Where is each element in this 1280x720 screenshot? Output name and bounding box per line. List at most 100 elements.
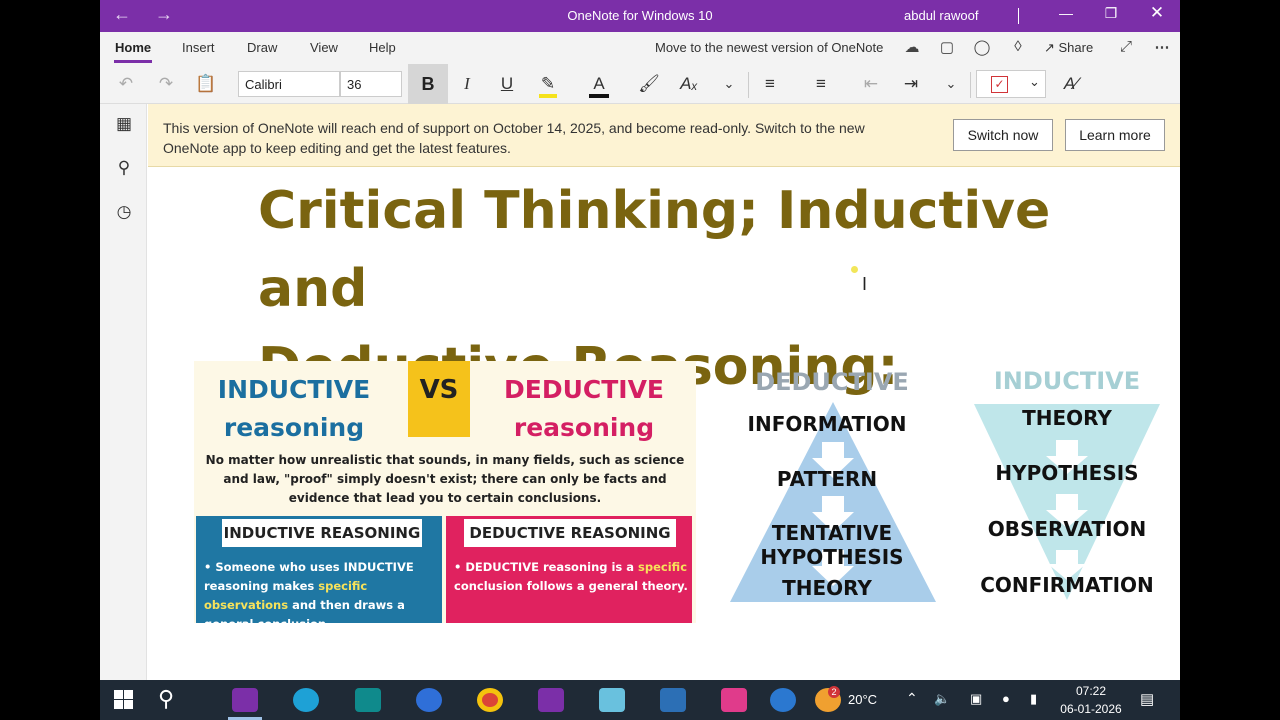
search-icon[interactable]: ⚲ [158, 686, 174, 712]
deductive-item-pattern: PATTERN [776, 467, 878, 491]
windows-start-icon[interactable] [114, 690, 134, 710]
inductive-panel-title: INDUCTIVE REASONING [222, 519, 422, 547]
inductive-item-observation: OBSERVATION [987, 517, 1147, 541]
deductive-panel-title: DEDUCTIVE REASONING [464, 519, 676, 547]
deductive-item-theory: THEORY [782, 576, 872, 600]
todo-tag-dropdown[interactable]: ✓ ⌄ [976, 70, 1046, 98]
sync-icon[interactable]: ☁ [900, 38, 924, 58]
clock-date[interactable]: 06-01-2026 [1056, 702, 1126, 716]
bell-icon[interactable]: ◊ [1006, 38, 1030, 58]
navigation-rail: ▦ ⚲ ◷ [100, 104, 147, 680]
inductive-heading-1: INDUCTIVE [217, 375, 371, 404]
spelling-icon[interactable]: A⁄ [1057, 72, 1085, 96]
loading-app-icon[interactable] [416, 688, 442, 712]
clock-time[interactable]: 07:22 [1061, 684, 1121, 698]
font-app-icon[interactable] [721, 688, 747, 712]
move-to-newest-link[interactable]: Move to the newest version of OneNote [655, 40, 883, 55]
inductive-item-hypothesis: HYPOTHESIS [995, 461, 1139, 485]
recent-clock-icon[interactable]: ◷ [112, 202, 136, 226]
inductive-panel-text: • Someone who uses INDUCTIVE reasoning m… [204, 558, 442, 634]
clear-formatting-icon[interactable]: Aₓ [675, 72, 703, 96]
share-label: Share [1058, 40, 1094, 55]
notebook-icon[interactable]: ▢ [935, 38, 959, 58]
ribbon-tabs: Home Insert Draw View Help Move to the n… [100, 32, 1180, 64]
restore-icon[interactable]: ❐ [1096, 5, 1126, 22]
toolbar-divider [970, 72, 971, 98]
meet-icon[interactable] [355, 688, 381, 712]
battery-icon[interactable]: ▮ [1030, 691, 1037, 707]
minimize-icon[interactable]: — [1051, 5, 1081, 21]
deductive-text-highlight: specific [638, 560, 688, 574]
inductive-vs-deductive-image[interactable]: INDUCTIVE reasoning VS DEDUCTIVE reasoni… [194, 361, 696, 631]
deductive-item-tentative-hypothesis: TENTATIVE HYPOTHESIS [760, 521, 904, 569]
format-painter-icon[interactable]: 🖌 [635, 72, 663, 96]
deductive-text-b: conclusion follows a general theory. [454, 579, 688, 593]
inductive-item-theory: THEORY [1022, 406, 1112, 430]
chevron-down-icon[interactable]: ⌄ [715, 72, 743, 96]
close-icon[interactable]: ✕ [1142, 3, 1172, 23]
tab-view[interactable]: View [310, 40, 338, 55]
chevron-down-icon: ⌄ [1029, 74, 1040, 89]
deductive-heading-2: reasoning [513, 413, 655, 442]
numbered-list-icon[interactable]: ≡ [807, 72, 835, 96]
microphone-icon[interactable]: ● [1002, 691, 1010, 706]
notebooks-icon[interactable]: ▦ [112, 114, 136, 138]
meet-now-icon[interactable]: ▣ [970, 691, 982, 707]
banner-message: This version of OneNote will reach end o… [163, 120, 865, 156]
inductive-heading-2: reasoning [223, 413, 365, 442]
italic-button[interactable]: I [453, 72, 481, 96]
inductive-panel: INDUCTIVE REASONING • Someone who uses I… [196, 516, 442, 631]
notification-badge: 2 [828, 686, 840, 698]
switch-now-button[interactable]: Switch now [953, 119, 1053, 151]
windows-taskbar: ⚲ 2 20°C ⌃ 🔈 ▣ ● ▮ 07:22 06-01-2026 ▤ [100, 680, 1180, 720]
help-app-icon[interactable] [770, 688, 796, 712]
volume-icon[interactable]: 🔈 [934, 691, 950, 707]
tab-help[interactable]: Help [369, 40, 396, 55]
undo-icon[interactable]: ↶ [112, 72, 140, 96]
edge-icon[interactable] [293, 688, 319, 712]
tab-home[interactable]: Home [115, 40, 151, 55]
tab-insert[interactable]: Insert [182, 40, 215, 55]
onenote-2-icon[interactable] [538, 688, 564, 712]
font-color-bar [589, 94, 609, 98]
share-button[interactable]: ↗ Share [1044, 40, 1093, 56]
inductive-triangle-label: INDUCTIVE [993, 367, 1141, 395]
underline-button[interactable]: U [493, 72, 521, 96]
tray-chevron-up-icon[interactable]: ⌃ [906, 690, 918, 707]
deductive-item-information: INFORMATION [747, 412, 907, 436]
redo-icon[interactable]: ↷ [152, 72, 180, 96]
expand-icon[interactable]: ⤢ [1114, 38, 1138, 58]
font-color-button[interactable]: A [585, 72, 613, 98]
weather-temperature[interactable]: 20°C [848, 692, 877, 707]
onenote-app-icon[interactable] [232, 688, 258, 712]
notifications-icon[interactable]: ▤ [1140, 690, 1154, 708]
title-bar: ← → OneNote for Windows 10 abdul rawoof … [100, 0, 1180, 32]
chevron-down-icon[interactable]: ⌄ [937, 72, 965, 96]
app-window-icon[interactable] [599, 688, 625, 712]
highlight-color-bar [539, 94, 557, 98]
lightbulb-icon[interactable]: ◯ [970, 38, 994, 58]
learn-more-button[interactable]: Learn more [1065, 119, 1165, 151]
laptop-app-icon[interactable] [660, 688, 686, 712]
increase-indent-icon[interactable]: ⇥ [897, 72, 925, 96]
clipboard-icon[interactable]: 📋 [192, 72, 220, 96]
decrease-indent-icon[interactable]: ⇤ [857, 72, 885, 96]
active-tab-indicator [114, 60, 152, 63]
title-separator [1018, 8, 1019, 24]
bullet-list-icon[interactable]: ≡ [756, 72, 784, 96]
font-size-input[interactable]: 36 [340, 71, 402, 97]
search-icon[interactable]: ⚲ [112, 158, 136, 182]
inductive-text-a: • Someone who uses INDUCTIVE reasoning m… [204, 560, 414, 593]
more-icon[interactable]: ⋯ [1150, 38, 1174, 58]
user-name[interactable]: abdul rawoof [904, 8, 978, 23]
inductive-heading: INDUCTIVE reasoning [204, 371, 384, 447]
deductive-triangle-label: DEDUCTIVE [755, 368, 909, 396]
highlight-dot [851, 266, 858, 273]
deductive-heading: DEDUCTIVE reasoning [484, 371, 684, 447]
highlight-icon[interactable]: ✎ [534, 72, 562, 98]
tab-draw[interactable]: Draw [247, 40, 277, 55]
chrome-icon[interactable] [477, 688, 503, 712]
font-name-input[interactable]: Calibri [238, 71, 340, 97]
bold-button[interactable]: B [408, 64, 448, 104]
deductive-text-a: • DEDUCTIVE reasoning is a [454, 560, 639, 574]
